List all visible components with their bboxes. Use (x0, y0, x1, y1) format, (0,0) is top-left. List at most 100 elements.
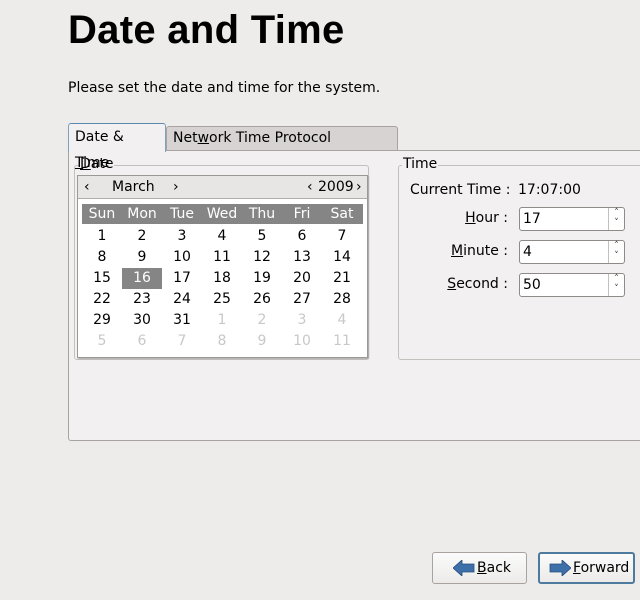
label-text: our : (475, 210, 508, 226)
next-month-button[interactable]: › (173, 176, 179, 198)
weekday-header: Sun Mon Tue Wed Thu Fri Sat (82, 204, 363, 224)
spin-up-icon[interactable]: ˄ (609, 274, 624, 284)
label-text: ack (486, 560, 511, 576)
tab-label: ime (83, 155, 110, 171)
weekday-label: Tue (170, 206, 194, 222)
minute-spinbox[interactable]: ˄˅ (519, 240, 625, 264)
calendar-header: ‹ March › ‹ 2009 › (78, 176, 367, 199)
year-label: 2009 (318, 179, 354, 195)
hour-input[interactable] (521, 209, 611, 229)
calendar-day[interactable]: 3 (162, 226, 202, 247)
calendar-day[interactable]: 26 (242, 289, 282, 310)
forward-button-label: Forward (573, 554, 629, 582)
calendar-day[interactable]: 10 (162, 247, 202, 268)
calendar-day[interactable]: 9 (242, 331, 282, 352)
label-mnemonic: S (447, 276, 457, 292)
spin-up-icon[interactable]: ˄ (609, 241, 624, 251)
tab-label: Date & (75, 129, 124, 145)
calendar-day[interactable]: 6 (282, 226, 322, 247)
page-title: Date and Time (68, 8, 345, 52)
calendar-day[interactable]: 1 (82, 226, 122, 247)
calendar-day[interactable]: 20 (282, 268, 322, 289)
label-text: orward (580, 560, 630, 576)
calendar-day[interactable]: 10 (282, 331, 322, 352)
prev-year-button[interactable]: ‹ (307, 176, 313, 198)
hour-spin-arrows[interactable]: ˄ ˅ (608, 208, 624, 230)
calendar-day[interactable]: 15 (82, 268, 122, 289)
weekday-label: Sun (88, 206, 116, 222)
calendar-day[interactable]: 6 (122, 331, 162, 352)
calendar-day[interactable]: 30 (122, 310, 162, 331)
calendar-day[interactable]: 7 (322, 226, 362, 247)
tab-network-time-protocol[interactable]: Network Time Protocol (166, 126, 398, 151)
calendar-day[interactable]: 13 (282, 247, 322, 268)
calendar-day[interactable]: 8 (82, 247, 122, 268)
label-text: econd : (456, 276, 508, 292)
spin-up-icon[interactable]: ˄ (609, 208, 624, 218)
prev-month-button[interactable]: ‹ (84, 176, 90, 198)
second-label: Second : (408, 276, 508, 292)
weekday-label: Mon (127, 206, 157, 222)
hour-label: Hour : (408, 210, 508, 226)
calendar-day[interactable]: 2 (122, 226, 162, 247)
calendar-day[interactable]: 8 (202, 331, 242, 352)
calendar-day[interactable]: 4 (202, 226, 242, 247)
calendar-day[interactable]: 25 (202, 289, 242, 310)
arrow-left-icon (453, 560, 475, 576)
calendar-day[interactable]: 18 (202, 268, 242, 289)
calendar-day[interactable]: 14 (322, 247, 362, 268)
calendar-day[interactable]: 28 (322, 289, 362, 310)
calendar-day-selected[interactable]: 16 (122, 268, 162, 289)
calendar: ‹ March › ‹ 2009 › Sun Mon Tue Wed Thu Fri Sat… (77, 175, 368, 358)
tab-label: ork Time Protocol (209, 130, 332, 146)
back-button[interactable]: Back (432, 552, 527, 584)
second-spin-arrows[interactable]: ˄ ˅ (608, 274, 624, 296)
second-input[interactable] (521, 275, 611, 295)
calendar-day[interactable]: 19 (242, 268, 282, 289)
calendar-day[interactable]: 11 (322, 331, 362, 352)
calendar-day[interactable]: 9 (122, 247, 162, 268)
spin-down-icon[interactable]: ˅ (609, 251, 624, 261)
calendar-day[interactable]: 4 (322, 310, 362, 331)
forward-button[interactable]: Forward (538, 552, 635, 584)
next-year-button[interactable]: › (356, 176, 362, 198)
hour-spinbox[interactable]: ˄˅ (519, 207, 625, 231)
spin-down-icon[interactable]: ˅ (609, 218, 624, 228)
minute-input[interactable] (521, 242, 611, 262)
calendar-day[interactable]: 24 (162, 289, 202, 310)
calendar-day[interactable]: 21 (322, 268, 362, 289)
current-time-label: Current Time : (410, 182, 511, 198)
weekday-label: Thu (248, 206, 276, 222)
second-spinbox[interactable]: ˄˅ (519, 273, 625, 297)
time-frame-label: Time (402, 156, 439, 172)
tab-mnemonic: T (75, 155, 84, 171)
calendar-day[interactable]: 22 (82, 289, 122, 310)
label-mnemonic: M (451, 243, 464, 259)
label-text: inute : (463, 243, 508, 259)
calendar-day[interactable]: 23 (122, 289, 162, 310)
weekday-label: Sat (330, 206, 354, 222)
calendar-day[interactable]: 11 (202, 247, 242, 268)
spin-down-icon[interactable]: ˅ (609, 284, 624, 294)
label-mnemonic: B (477, 560, 487, 576)
calendar-day[interactable]: 2 (242, 310, 282, 331)
back-button-label: Back (477, 553, 511, 583)
calendar-day[interactable]: 12 (242, 247, 282, 268)
tab-mnemonic: w (197, 130, 210, 146)
page-subtitle: Please set the date and time for the sys… (68, 80, 381, 96)
calendar-day[interactable]: 5 (82, 331, 122, 352)
calendar-day[interactable]: 17 (162, 268, 202, 289)
month-label: March (112, 179, 155, 195)
calendar-day[interactable]: 3 (282, 310, 322, 331)
label-mnemonic: F (573, 560, 581, 576)
calendar-day[interactable]: 27 (282, 289, 322, 310)
calendar-day[interactable]: 7 (162, 331, 202, 352)
calendar-day[interactable]: 5 (242, 226, 282, 247)
tab-date-time[interactable]: Date & Time (68, 123, 166, 171)
tab-label: Net (173, 130, 198, 146)
calendar-day[interactable]: 31 (162, 310, 202, 331)
current-time-value: 17:07:00 (518, 182, 581, 198)
calendar-day[interactable]: 29 (82, 310, 122, 331)
minute-spin-arrows[interactable]: ˄ ˅ (608, 241, 624, 263)
calendar-day[interactable]: 1 (202, 310, 242, 331)
